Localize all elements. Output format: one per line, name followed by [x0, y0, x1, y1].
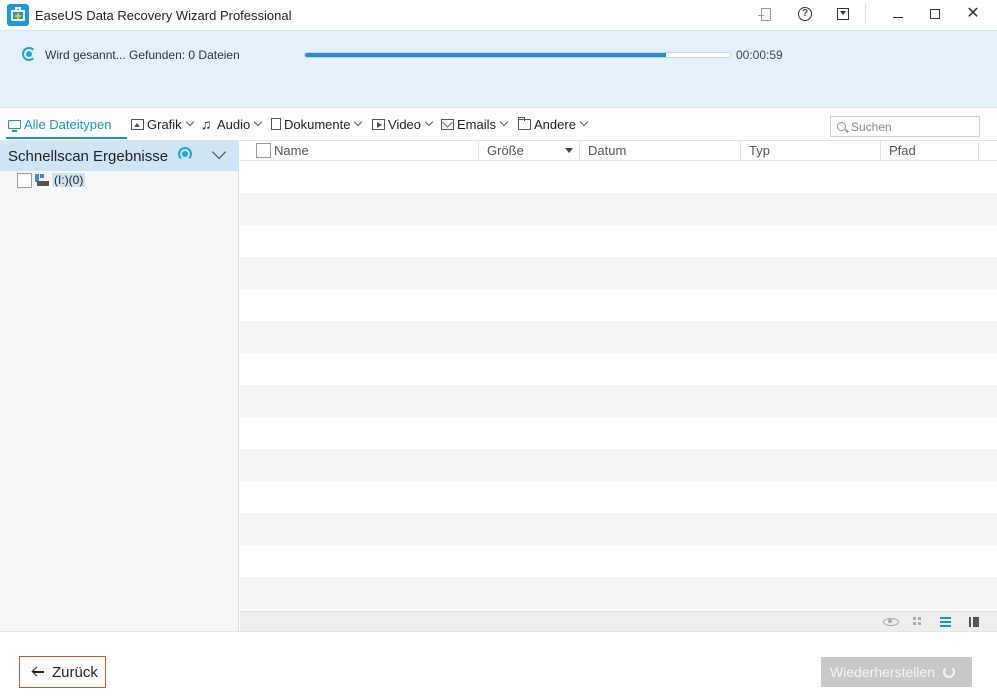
detail-view-icon[interactable] — [966, 615, 982, 629]
drive-checkbox[interactable] — [17, 172, 32, 188]
table-row — [240, 193, 997, 225]
chevron-down-icon — [424, 117, 434, 127]
recover-button[interactable]: Wiederherstellen — [821, 657, 972, 687]
export-log-icon[interactable] — [755, 4, 777, 24]
chevron-down-icon — [579, 117, 589, 127]
menu-dropdown-icon[interactable] — [832, 4, 854, 24]
filter-label: Audio — [217, 116, 251, 132]
back-button-label: Zurück — [52, 663, 98, 681]
table-row — [240, 417, 997, 449]
table-row — [240, 513, 997, 545]
filter-label: Video — [388, 116, 422, 132]
music-note-icon: ♫ — [201, 115, 212, 132]
list-view-icon[interactable] — [938, 615, 954, 629]
table-row — [240, 449, 997, 481]
filter-label: Dokumente — [284, 116, 351, 132]
filter-andere[interactable]: Andere — [518, 116, 589, 132]
window-title: EaseUS Data Recovery Wizard Professional — [35, 8, 292, 23]
tree-item-label: (I:)(0) — [52, 173, 86, 187]
table-rows — [240, 161, 997, 609]
view-mode-bar — [240, 611, 997, 631]
filter-grafik[interactable]: Grafik — [131, 116, 194, 132]
table-row — [240, 225, 997, 257]
column-header-path[interactable]: Pfad — [881, 141, 979, 161]
table-row — [240, 545, 997, 577]
column-label: Typ — [749, 143, 770, 158]
scanning-icon — [178, 147, 192, 161]
scan-results-tree: Schnellscan Ergebnisse (I:)(0) — [0, 141, 239, 631]
column-label: Name — [274, 143, 309, 158]
scan-progress-bar — [304, 52, 731, 58]
preview-eye-icon[interactable] — [883, 618, 899, 626]
scan-elapsed-time: 00:00:59 — [736, 48, 783, 62]
table-row — [240, 289, 997, 321]
column-label: Pfad — [889, 143, 916, 158]
filter-label: Grafik — [147, 116, 182, 132]
drive-icon — [35, 174, 49, 186]
filter-video[interactable]: Video — [372, 116, 434, 132]
active-filter-underline — [6, 137, 127, 139]
tree-item-drive[interactable]: (I:)(0) — [17, 172, 86, 188]
app-logo-icon — [7, 4, 29, 26]
folder-icon — [518, 116, 531, 130]
filter-dokumente[interactable]: Dokumente — [271, 116, 363, 132]
thumbnail-view-icon[interactable] — [910, 615, 926, 629]
title-bar: EaseUS Data Recovery Wizard Professional… — [0, 0, 997, 30]
titlebar-separator — [865, 4, 866, 24]
document-icon — [271, 118, 281, 130]
chevron-down-icon — [185, 117, 194, 127]
sort-descending-icon — [565, 148, 573, 153]
chevron-down-icon — [254, 117, 263, 127]
minimize-button[interactable] — [887, 4, 909, 24]
chevron-down-icon[interactable] — [211, 144, 227, 160]
image-icon — [131, 118, 144, 130]
table-row — [240, 161, 997, 193]
column-header-size[interactable]: Größe — [479, 141, 580, 161]
table-row — [240, 577, 997, 609]
recover-icon — [943, 666, 956, 678]
video-icon — [372, 118, 385, 130]
table-row — [240, 257, 997, 289]
filter-label: Alle Dateitypen — [24, 116, 112, 132]
tree-header[interactable]: Schnellscan Ergebnisse — [0, 141, 239, 171]
table-row — [240, 481, 997, 513]
filter-emails[interactable]: Emails — [441, 116, 509, 132]
filter-label: Andere — [534, 116, 576, 132]
tree-header-label: Schnellscan Ergebnisse — [8, 148, 169, 165]
select-all-checkbox[interactable] — [256, 143, 271, 158]
back-button[interactable]: Zurück — [19, 656, 106, 688]
monitor-icon — [8, 119, 21, 132]
search-input[interactable] — [851, 119, 976, 135]
file-table: Name Größe Datum Typ Pfad — [240, 141, 997, 611]
recover-button-label: Wiederherstellen — [830, 664, 936, 680]
mail-icon — [441, 118, 454, 130]
help-icon[interactable]: ? — [794, 4, 816, 24]
table-row — [240, 321, 997, 353]
column-label: Größe — [487, 143, 524, 158]
search-box[interactable] — [830, 116, 980, 137]
column-header-type[interactable]: Typ — [741, 141, 881, 161]
scanning-icon — [22, 47, 36, 61]
chevron-down-icon — [354, 117, 363, 127]
scan-progress-fill — [305, 53, 667, 57]
table-header: Name Größe Datum Typ Pfad — [240, 141, 997, 161]
arrow-left-icon — [32, 666, 44, 678]
maximize-button[interactable] — [924, 4, 946, 24]
scan-status-text: Wird gesannt... Gefunden: 0 Dateien — [45, 48, 240, 62]
filter-label: Emails — [457, 116, 497, 132]
search-icon — [837, 122, 846, 131]
table-row — [240, 385, 997, 417]
scan-progress-panel: Wird gesannt... Gefunden: 0 Dateien 00:0… — [0, 30, 997, 108]
close-button[interactable]: ✕ — [962, 4, 984, 24]
column-header-name[interactable]: Name — [240, 141, 479, 161]
table-row — [240, 353, 997, 385]
column-label: Datum — [588, 143, 627, 158]
filter-audio[interactable]: ♫ Audio — [201, 115, 263, 132]
chevron-down-icon — [499, 117, 509, 127]
column-header-date[interactable]: Datum — [580, 141, 741, 161]
filter-all-file-types[interactable]: Alle Dateitypen — [8, 116, 111, 132]
footer-bar: Zurück Wiederherstellen — [0, 631, 997, 698]
